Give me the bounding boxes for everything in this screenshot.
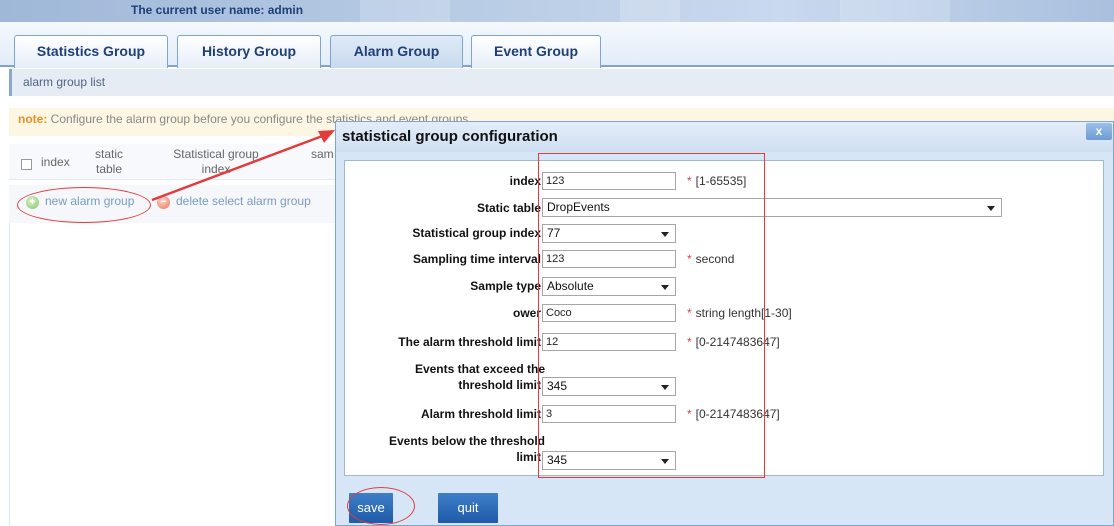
annotation-arrow — [151, 130, 335, 202]
page: The current user name: admin Statistics … — [0, 0, 1114, 526]
